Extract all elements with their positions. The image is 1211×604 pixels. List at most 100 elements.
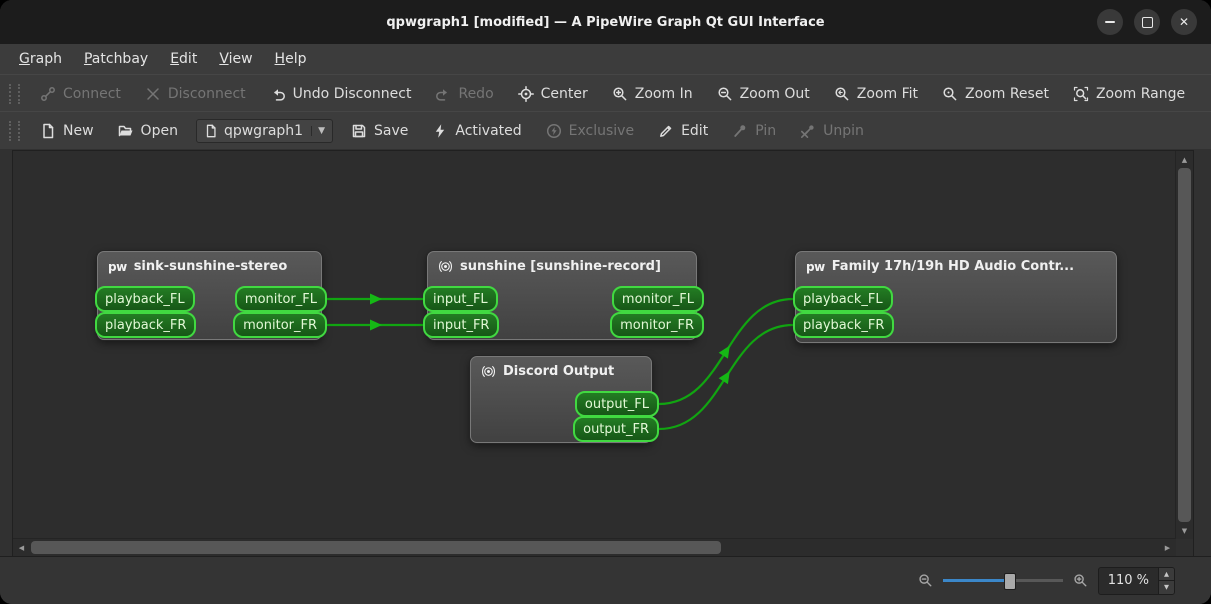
- maximize-button[interactable]: [1134, 9, 1160, 35]
- toolbar-drag-handle[interactable]: [9, 121, 20, 141]
- center-icon: [517, 85, 534, 102]
- port-playback-fr[interactable]: playback_FR: [793, 312, 895, 338]
- patchbay-selector[interactable]: qpwgraph1 ▼: [195, 119, 333, 143]
- unpin-button: Unpin: [791, 117, 873, 145]
- redo-icon: [436, 88, 448, 101]
- app-window: qpwgraph1 [modified] — A PipeWire Graph …: [0, 0, 1211, 604]
- exclusive-button: Exclusive: [537, 117, 643, 145]
- menu-help[interactable]: Help: [264, 44, 318, 74]
- menu-patchbay-label: Patchbay: [83, 51, 149, 67]
- save-label: Save: [374, 123, 409, 139]
- unpin-label: Unpin: [823, 123, 864, 139]
- menu-view[interactable]: View: [208, 44, 263, 74]
- zoom-fit-label: Zoom Fit: [856, 85, 919, 102]
- port-monitor-fr[interactable]: monitor_FR: [233, 312, 327, 338]
- zoom-fit-icon: [835, 86, 849, 100]
- zoom-spinbox[interactable]: 110 % ▲ ▼: [1097, 566, 1175, 595]
- zoom-range-button[interactable]: Zoom Range: [1064, 80, 1194, 108]
- menubar: Graph Patchbay Edit View Help: [0, 44, 1211, 75]
- vertical-scrollbar[interactable]: ▲ ▼: [1175, 151, 1193, 539]
- menu-edit[interactable]: Edit: [159, 44, 208, 74]
- scrollbar-corner: [1176, 539, 1193, 556]
- zoom-out-icon[interactable]: [918, 573, 933, 588]
- pin-icon: [734, 125, 746, 137]
- horizontal-scrollbar-thumb[interactable]: [31, 541, 721, 554]
- spin-up-button[interactable]: ▲: [1159, 567, 1174, 580]
- vertical-scrollbar-thumb[interactable]: [1178, 168, 1191, 522]
- pin-button: Pin: [723, 117, 785, 145]
- node-discord-output[interactable]: Discord Output output_FL output_FR: [470, 356, 659, 443]
- port-playback-fl[interactable]: playback_FL: [793, 286, 893, 312]
- node-sink-sunshine-stereo[interactable]: pw sink-sunshine-stereo playback_FL play…: [95, 251, 327, 340]
- zoom-reset-icon: [943, 86, 957, 100]
- scroll-down-button[interactable]: ▼: [1176, 522, 1193, 539]
- zoom-range-icon: [1073, 86, 1089, 101]
- undo-disconnect-button[interactable]: Undo Disconnect: [261, 80, 421, 108]
- connect-icon: [41, 86, 55, 101]
- activated-button[interactable]: Activated: [423, 117, 530, 145]
- exclusive-label: Exclusive: [568, 123, 635, 139]
- zoom-in-button[interactable]: Zoom In: [603, 80, 702, 108]
- menu-graph-label: Graph: [19, 51, 62, 67]
- port-monitor-fl[interactable]: monitor_FL: [611, 286, 704, 312]
- zoom-controls: 110 % ▲ ▼: [918, 566, 1175, 595]
- window-title: qpwgraph1 [modified] — A PipeWire Graph …: [386, 14, 825, 30]
- new-button[interactable]: New: [31, 117, 103, 145]
- menu-graph[interactable]: Graph: [8, 44, 73, 74]
- zoom-slider[interactable]: [942, 573, 1063, 590]
- activated-bolt-icon: [436, 124, 445, 138]
- zoom-fit-button[interactable]: Zoom Fit: [825, 80, 927, 108]
- window-controls: ✕: [1097, 9, 1197, 35]
- center-label: Center: [540, 85, 588, 102]
- zoom-slider-thumb[interactable]: [1003, 573, 1016, 590]
- port-monitor-fr[interactable]: monitor_FR: [610, 312, 704, 338]
- zoom-range-label: Zoom Range: [1095, 85, 1186, 102]
- edit-button[interactable]: Edit: [649, 117, 717, 145]
- connect-label: Connect: [63, 85, 121, 102]
- port-output-fr[interactable]: output_FR: [573, 416, 659, 442]
- node-family-hd-audio[interactable]: pw Family 17h/19h HD Audio Contr... play…: [793, 251, 1117, 343]
- spin-down-button[interactable]: ▼: [1159, 580, 1174, 594]
- port-input-fr[interactable]: input_FR: [423, 312, 500, 338]
- patchbay-file-icon: [206, 124, 216, 138]
- exclusive-icon: [546, 123, 561, 139]
- redo-label: Redo: [458, 85, 494, 102]
- port-monitor-fl[interactable]: monitor_FL: [234, 286, 327, 312]
- toolbar-drag-handle[interactable]: [9, 83, 20, 104]
- open-button[interactable]: Open: [109, 117, 187, 145]
- connections-layer[interactable]: [13, 151, 1176, 539]
- zoom-in-icon[interactable]: [1073, 573, 1088, 588]
- minimize-button[interactable]: [1097, 9, 1123, 35]
- node-sunshine-record[interactable]: sunshine [sunshine-record] input_FL inpu…: [423, 251, 704, 340]
- menu-edit-label: Edit: [170, 51, 198, 67]
- pin-label: Pin: [755, 123, 777, 139]
- port-output-fl[interactable]: output_FL: [574, 391, 659, 417]
- scroll-left-button[interactable]: ◀: [13, 539, 30, 556]
- node-title: pw Family 17h/19h HD Audio Contr...: [796, 252, 1116, 274]
- statusbar: 110 % ▲ ▼: [0, 556, 1211, 604]
- center-button[interactable]: Center: [509, 80, 597, 108]
- port-playback-fl[interactable]: playback_FL: [95, 286, 195, 312]
- zoom-reset-label: Zoom Reset: [965, 85, 1049, 102]
- scroll-right-button[interactable]: ▶: [1159, 539, 1176, 556]
- port-playback-fr[interactable]: playback_FR: [95, 312, 197, 338]
- horizontal-scrollbar[interactable]: ◀ ▶: [13, 538, 1176, 556]
- graph-canvas[interactable]: pw sink-sunshine-stereo playback_FL play…: [13, 151, 1176, 539]
- zoom-out-label: Zoom Out: [739, 85, 810, 102]
- disconnect-label: Disconnect: [167, 85, 246, 102]
- port-input-fl[interactable]: input_FL: [423, 286, 498, 312]
- titlebar[interactable]: qpwgraph1 [modified] — A PipeWire Graph …: [0, 0, 1211, 44]
- menu-patchbay[interactable]: Patchbay: [73, 44, 159, 74]
- zoom-spinbox-value[interactable]: 110 %: [1099, 568, 1158, 594]
- save-button[interactable]: Save: [342, 117, 417, 145]
- zoom-reset-button[interactable]: Zoom Reset: [933, 80, 1058, 108]
- stream-icon: [438, 261, 453, 272]
- close-button[interactable]: ✕: [1171, 9, 1197, 35]
- minimize-icon: [1105, 21, 1115, 23]
- zoom-in-icon: [613, 86, 627, 100]
- scroll-up-button[interactable]: ▲: [1176, 151, 1193, 168]
- connect-button: Connect: [31, 80, 130, 108]
- zoom-slider-track: [1008, 579, 1063, 582]
- zoom-out-button[interactable]: Zoom Out: [708, 80, 819, 108]
- node-title: pw sink-sunshine-stereo: [98, 252, 321, 274]
